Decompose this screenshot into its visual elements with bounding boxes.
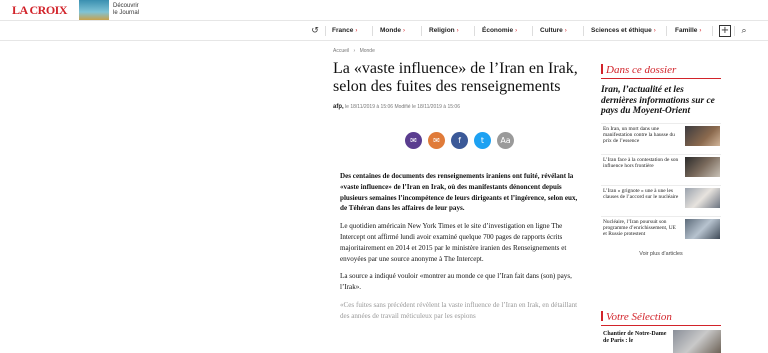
breadcrumb-home[interactable]: Accueil bbox=[333, 48, 349, 54]
article-date: le 18/11/2019 à 15:06 Modifié le 18/11/2… bbox=[345, 104, 460, 110]
article-paragraph: La source a indiqué vouloir «montrer au … bbox=[340, 272, 572, 292]
article-title: La «vaste influence» de l’Iran en Irak, … bbox=[333, 60, 578, 95]
back-icon[interactable]: ↺ bbox=[309, 25, 321, 37]
selection-item-title[interactable]: Chantier de Notre-Dame de Paris : le bbox=[603, 331, 669, 345]
nav-item-label: Famille bbox=[675, 27, 698, 34]
chevron-right-icon: › bbox=[456, 28, 459, 34]
list-item-text: Nucléaire, l’Iran poursuit son programme… bbox=[603, 218, 676, 237]
nav-item-label: Sciences et éthique bbox=[591, 27, 652, 34]
nav-divider bbox=[712, 26, 713, 36]
article-thumbnail bbox=[685, 187, 720, 208]
top-bar: LA CROIX Découvrir le Journal bbox=[0, 0, 768, 21]
list-item[interactable]: L’Iran « grignote » une à une les clause… bbox=[601, 184, 721, 210]
selection-thumbnail[interactable] bbox=[673, 330, 721, 353]
main-navigation: ↺ France › Monde › Religion › Économie › Cul… bbox=[0, 22, 768, 41]
article-paragraph: «Ces fuites sans précédent révèlent la v… bbox=[340, 300, 578, 320]
chevron-right-icon: › bbox=[355, 28, 358, 34]
search-icon[interactable]: ⌕ bbox=[738, 25, 750, 37]
heading-accent bbox=[601, 311, 603, 321]
nav-item-france[interactable]: France › bbox=[332, 27, 357, 34]
list-item[interactable]: L’Iran face à la contestation de son inf… bbox=[601, 153, 721, 179]
nav-divider bbox=[474, 26, 475, 36]
article-author: afp, bbox=[333, 104, 344, 110]
list-item-text: L’Iran face à la contestation de son inf… bbox=[603, 156, 679, 169]
article-thumbnail bbox=[685, 125, 720, 146]
mail-icon[interactable]: ✉ bbox=[428, 132, 445, 149]
list-item-text: L’Iran « grignote » une à une les clause… bbox=[603, 187, 679, 200]
nav-item-label: Économie bbox=[482, 27, 514, 34]
discover-line-1: Découvrir bbox=[113, 3, 139, 9]
article-byline: afp, le 18/11/2019 à 15:06 Modifié le 18… bbox=[333, 104, 591, 110]
dossier-heading-label: Dans ce dossier bbox=[606, 64, 677, 76]
nav-item-label: Culture bbox=[540, 27, 563, 34]
nav-divider bbox=[421, 26, 422, 36]
nav-item-label: France bbox=[332, 27, 354, 34]
see-more-link[interactable]: Voir plus d’articles bbox=[601, 251, 721, 257]
journal-cover-thumbnail[interactable] bbox=[79, 0, 109, 20]
chevron-right-icon: › bbox=[402, 28, 405, 34]
article-thumbnail bbox=[685, 156, 720, 177]
chevron-right-icon: › bbox=[653, 28, 656, 34]
nav-divider bbox=[532, 26, 533, 36]
nav-item-culture[interactable]: Culture › bbox=[540, 27, 567, 34]
breadcrumb-separator: › bbox=[353, 48, 356, 54]
discover-journal-link[interactable]: Découvrir le Journal bbox=[113, 3, 139, 17]
nav-item-monde[interactable]: Monde › bbox=[380, 27, 405, 34]
heading-accent bbox=[601, 64, 603, 74]
discover-line-2: le Journal bbox=[113, 10, 140, 16]
comment-icon[interactable]: ✉ bbox=[405, 132, 422, 149]
font-size-icon[interactable]: Aa bbox=[497, 132, 514, 149]
nav-item-sciences-et-ethique[interactable]: Sciences et éthique › bbox=[591, 27, 656, 34]
nav-divider bbox=[734, 26, 735, 36]
article-body: Des centaines de documents des renseigne… bbox=[340, 171, 578, 329]
nav-divider bbox=[325, 26, 326, 36]
selection-heading-label: Votre Sélection bbox=[606, 311, 672, 323]
nav-divider bbox=[583, 26, 584, 36]
nav-item-religion[interactable]: Religion › bbox=[429, 27, 459, 34]
list-item[interactable]: En Iran, un mort dans une manifestation … bbox=[601, 122, 721, 148]
breadcrumb: Accueil › Monde bbox=[333, 48, 591, 54]
nav-item-label: Monde bbox=[380, 27, 401, 34]
twitter-icon[interactable]: t bbox=[474, 132, 491, 149]
nav-item-economie[interactable]: Économie › bbox=[482, 27, 517, 34]
dossier-heading: Dans ce dossier bbox=[601, 64, 721, 79]
chevron-right-icon: › bbox=[564, 28, 567, 34]
article-paragraph: Le quotidien américain New York Times et… bbox=[340, 222, 567, 263]
selection-heading: Votre Sélection bbox=[601, 311, 721, 326]
article-thumbnail bbox=[685, 218, 720, 239]
site-logo[interactable]: LA CROIX bbox=[12, 3, 68, 18]
article-lead: Des centaines de documents des renseigne… bbox=[340, 172, 578, 213]
nav-item-label: Religion bbox=[429, 27, 455, 34]
article: Accueil › Monde La «vaste influence» de … bbox=[333, 48, 591, 110]
dossier-title[interactable]: Iran, l’actualité et les dernières infor… bbox=[601, 85, 721, 117]
facebook-icon[interactable]: f bbox=[451, 132, 468, 149]
sidebar-dossier: Dans ce dossier Iran, l’actualité et les… bbox=[601, 64, 721, 257]
nav-divider bbox=[372, 26, 373, 36]
chevron-right-icon: › bbox=[515, 28, 518, 34]
nav-item-famille[interactable]: Famille › bbox=[675, 27, 701, 34]
plus-icon[interactable]: + bbox=[719, 25, 731, 37]
list-item-text: En Iran, un mort dans une manifestation … bbox=[603, 125, 675, 144]
chevron-right-icon: › bbox=[699, 28, 702, 34]
list-item[interactable]: Nucléaire, l’Iran poursuit son programme… bbox=[601, 215, 721, 241]
breadcrumb-section[interactable]: Monde bbox=[360, 48, 375, 54]
nav-divider bbox=[666, 26, 667, 36]
